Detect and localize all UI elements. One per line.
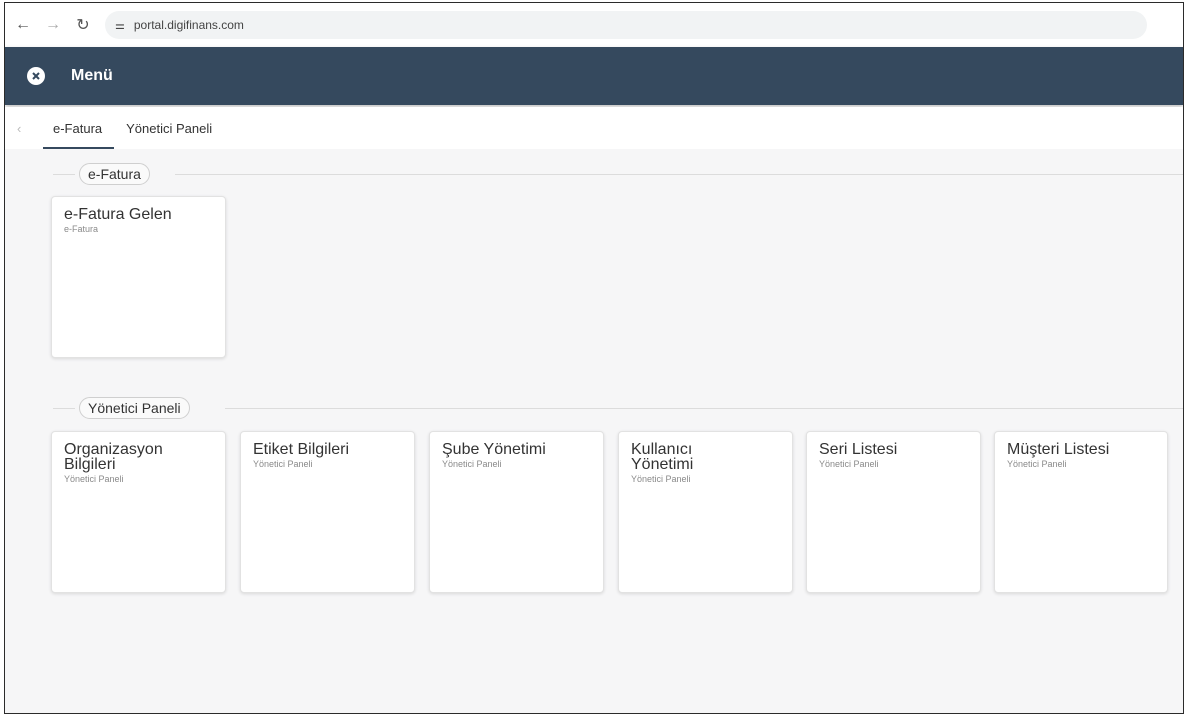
tune-icon[interactable]: ⚌ [115, 19, 125, 32]
tab-e-fatura[interactable]: e-Fatura [41, 107, 115, 149]
browser-toolbar: ← → ↻ ⚌ portal.digifinans.com [5, 3, 1183, 48]
card-title: Kullanıcı Yönetimi [631, 441, 694, 473]
tab-yonetici-paneli[interactable]: Yönetici Paneli [114, 107, 224, 149]
card-e-fatura-gelen[interactable]: e-Fatura Gelen e-Fatura [51, 196, 226, 358]
address-bar[interactable]: ⚌ portal.digifinans.com [105, 11, 1147, 39]
card-subtitle: Yönetici Paneli [64, 474, 124, 484]
url-text: portal.digifinans.com [133, 18, 244, 32]
card-organizasyon-bilgileri[interactable]: Organizasyon Bilgileri Yönetici Paneli [51, 431, 226, 593]
close-menu-icon[interactable] [27, 67, 45, 85]
card-subtitle: e-Fatura [64, 224, 99, 234]
card-title: Etiket Bilgileri [253, 441, 350, 458]
section-divider [53, 174, 75, 175]
card-seri-listesi[interactable]: Seri Listesi Yönetici Paneli [806, 431, 981, 593]
card-title: Şube Yönetimi [442, 441, 546, 458]
reload-icon[interactable]: ↻ [71, 13, 95, 37]
card-subtitle: Yönetici Paneli [1007, 459, 1067, 469]
back-arrow-icon[interactable]: ← [11, 13, 35, 37]
page-title: Menü [71, 67, 113, 84]
card-subtitle: Yönetici Paneli [631, 474, 691, 484]
section-label-yonetici-paneli: Yönetici Paneli [79, 397, 190, 419]
card-etiket-bilgileri[interactable]: Etiket Bilgileri Yönetici Paneli [240, 431, 415, 593]
card-kullanici-yonetimi[interactable]: Kullanıcı Yönetimi Yönetici Paneli [618, 431, 793, 593]
app-header: Menü [5, 47, 1183, 105]
card-musteri-listesi[interactable]: Müşteri Listesi Yönetici Paneli [994, 431, 1168, 593]
card-title: Seri Listesi [819, 441, 898, 458]
section-label-e-fatura: e-Fatura [79, 163, 150, 185]
browser-window: ← → ↻ ⚌ portal.digifinans.com Menü ‹ e-F… [4, 2, 1184, 714]
forward-arrow-icon[interactable]: → [41, 13, 65, 37]
card-subtitle: Yönetici Paneli [442, 459, 502, 469]
card-subtitle: Yönetici Paneli [819, 459, 879, 469]
section-divider [53, 408, 75, 409]
card-title: Organizasyon Bilgileri [64, 441, 163, 473]
card-sube-yonetimi[interactable]: Şube Yönetimi Yönetici Paneli [429, 431, 604, 593]
card-title: e-Fatura Gelen [64, 206, 172, 223]
section-divider [225, 408, 1183, 409]
menu-content: e-Fatura e-Fatura Gelen e-Fatura Yönetic… [5, 149, 1183, 713]
section-divider [175, 174, 1183, 175]
chevron-left-icon[interactable]: ‹ [17, 121, 31, 136]
card-subtitle: Yönetici Paneli [253, 459, 313, 469]
card-title: Müşteri Listesi [1007, 441, 1110, 458]
tab-bar: ‹ e-Fatura Yönetici Paneli [5, 107, 1183, 149]
